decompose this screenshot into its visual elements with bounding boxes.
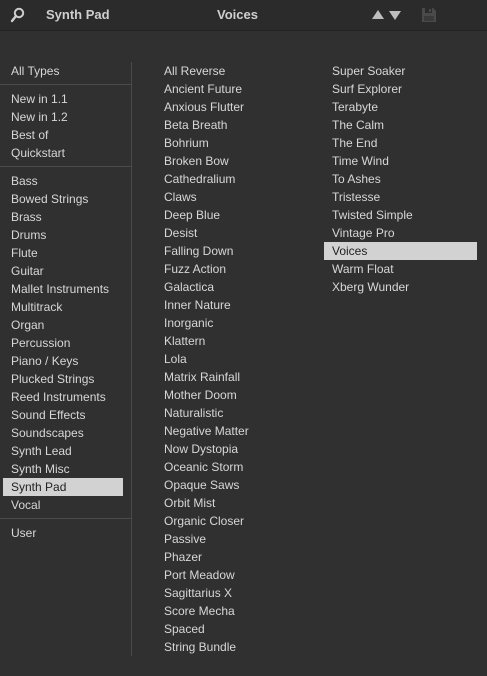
preset-item-warm-float[interactable]: Warm Float: [324, 260, 477, 278]
type-item-mallet-instruments[interactable]: Mallet Instruments: [0, 280, 131, 298]
type-item-vocal[interactable]: Vocal: [0, 496, 131, 514]
preset-item-beta-breath[interactable]: Beta Breath: [155, 116, 315, 134]
type-item-synth-pad[interactable]: Synth Pad: [3, 478, 123, 496]
preset-item-mother-doom[interactable]: Mother Doom: [155, 386, 315, 404]
type-item-flute[interactable]: Flute: [0, 244, 131, 262]
type-item-new-in-1-1[interactable]: New in 1.1: [0, 90, 131, 108]
preset-item-terabyte[interactable]: Terabyte: [324, 98, 477, 116]
type-divider: [0, 166, 131, 167]
preset-item-galactica[interactable]: Galactica: [155, 278, 315, 296]
preset-browser-header: Synth Pad Voices: [0, 0, 487, 31]
preset-item-sagittarius-x[interactable]: Sagittarius X: [155, 584, 315, 602]
category-title[interactable]: Synth Pad: [46, 7, 110, 22]
preset-item-the-calm[interactable]: The Calm: [324, 116, 477, 134]
type-item-all-types[interactable]: All Types: [0, 62, 131, 80]
preset-item-anxious-flutter[interactable]: Anxious Flutter: [155, 98, 315, 116]
preset-item-lola[interactable]: Lola: [155, 350, 315, 368]
special-list: New in 1.1 New in 1.2 Best of Quickstart: [0, 90, 131, 162]
type-list: All Types New in 1.1 New in 1.2 Best of Qui…: [0, 62, 131, 542]
type-item-quickstart[interactable]: Quickstart: [0, 144, 131, 162]
preset-item-klattern[interactable]: Klattern: [155, 332, 315, 350]
preset-item-fuzz-action[interactable]: Fuzz Action: [155, 260, 315, 278]
type-item-guitar[interactable]: Guitar: [0, 262, 131, 280]
arrow-down-icon[interactable]: [388, 8, 402, 22]
save-icon[interactable]: [421, 7, 437, 23]
preset-item-port-meadow[interactable]: Port Meadow: [155, 566, 315, 584]
type-item-synth-lead[interactable]: Synth Lead: [0, 442, 131, 460]
preset-item-falling-down[interactable]: Falling Down: [155, 242, 315, 260]
type-item-multitrack[interactable]: Multitrack: [0, 298, 131, 316]
preset-item-twisted-simple[interactable]: Twisted Simple: [324, 206, 477, 224]
preset-item-oceanic-storm[interactable]: Oceanic Storm: [155, 458, 315, 476]
preset-item-the-end[interactable]: The End: [324, 134, 477, 152]
preset-item-voices[interactable]: Voices: [324, 242, 477, 260]
preset-item-spaced[interactable]: Spaced: [155, 620, 315, 638]
preset-item-passive[interactable]: Passive: [155, 530, 315, 548]
type-item-soundscapes[interactable]: Soundscapes: [0, 424, 131, 442]
arrow-up-icon[interactable]: [371, 8, 385, 22]
preset-item-to-ashes[interactable]: To Ashes: [324, 170, 477, 188]
type-item-plucked-strings[interactable]: Plucked Strings: [0, 370, 131, 388]
preset-item-organic-closer[interactable]: Organic Closer: [155, 512, 315, 530]
preset-item-opaque-saws[interactable]: Opaque Saws: [155, 476, 315, 494]
preset-item-inner-nature[interactable]: Inner Nature: [155, 296, 315, 314]
preset-item-negative-matter[interactable]: Negative Matter: [155, 422, 315, 440]
preset-title[interactable]: Voices: [217, 7, 258, 22]
category-list: Bass Bowed Strings Brass Drums Flute Guitar Ma…: [0, 172, 131, 514]
type-item-piano-keys[interactable]: Piano / Keys: [0, 352, 131, 370]
type-item-bowed-strings[interactable]: Bowed Strings: [0, 190, 131, 208]
column-divider: [131, 62, 132, 656]
preset-item-claws[interactable]: Claws: [155, 188, 315, 206]
preset-item-time-wind[interactable]: Time Wind: [324, 152, 477, 170]
type-item-reed-instruments[interactable]: Reed Instruments: [0, 388, 131, 406]
type-item-best-of[interactable]: Best of: [0, 126, 131, 144]
preset-item-string-bundle[interactable]: String Bundle: [155, 638, 315, 656]
preset-item-broken-bow[interactable]: Broken Bow: [155, 152, 315, 170]
type-divider: [0, 84, 131, 85]
type-item-brass[interactable]: Brass: [0, 208, 131, 226]
preset-item-score-mecha[interactable]: Score Mecha: [155, 602, 315, 620]
type-item-user[interactable]: User: [0, 524, 131, 542]
preset-item-inorganic[interactable]: Inorganic: [155, 314, 315, 332]
preset-item-now-dystopia[interactable]: Now Dystopia: [155, 440, 315, 458]
preset-item-bohrium[interactable]: Bohrium: [155, 134, 315, 152]
type-item-sound-effects[interactable]: Sound Effects: [0, 406, 131, 424]
type-item-synth-misc[interactable]: Synth Misc: [0, 460, 131, 478]
preset-item-vintage-pro[interactable]: Vintage Pro: [324, 224, 477, 242]
type-item-percussion[interactable]: Percussion: [0, 334, 131, 352]
search-icon[interactable]: [9, 6, 27, 24]
preset-item-desist[interactable]: Desist: [155, 224, 315, 242]
type-item-organ[interactable]: Organ: [0, 316, 131, 334]
preset-item-all-reverse[interactable]: All Reverse: [155, 62, 315, 80]
type-item-bass[interactable]: Bass: [0, 172, 131, 190]
type-item-new-in-1-2[interactable]: New in 1.2: [0, 108, 131, 126]
type-divider: [0, 518, 131, 519]
preset-item-tristesse[interactable]: Tristesse: [324, 188, 477, 206]
preset-item-cathedralium[interactable]: Cathedralium: [155, 170, 315, 188]
preset-list-column-2: Super Soaker Surf Explorer Terabyte The Cal…: [324, 62, 477, 296]
preset-list-column-1: All Reverse Ancient Future Anxious Flutter…: [155, 62, 315, 656]
preset-item-orbit-mist[interactable]: Orbit Mist: [155, 494, 315, 512]
type-item-drums[interactable]: Drums: [0, 226, 131, 244]
preset-item-surf-explorer[interactable]: Surf Explorer: [324, 80, 477, 98]
preset-item-matrix-rainfall[interactable]: Matrix Rainfall: [155, 368, 315, 386]
preset-item-deep-blue[interactable]: Deep Blue: [155, 206, 315, 224]
preset-item-super-soaker[interactable]: Super Soaker: [324, 62, 477, 80]
preset-item-ancient-future[interactable]: Ancient Future: [155, 80, 315, 98]
preset-item-xberg-wunder[interactable]: Xberg Wunder: [324, 278, 477, 296]
preset-item-phazer[interactable]: Phazer: [155, 548, 315, 566]
preset-item-naturalistic[interactable]: Naturalistic: [155, 404, 315, 422]
